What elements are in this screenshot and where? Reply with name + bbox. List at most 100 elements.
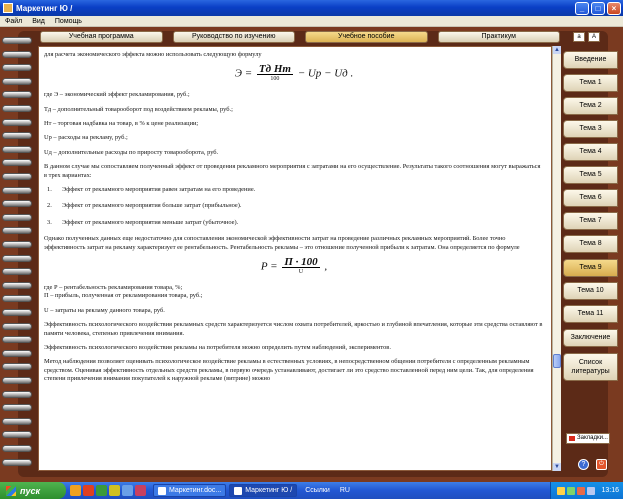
sidebar-item-topic-11[interactable]: Тема 11 <box>563 305 618 323</box>
maximize-button[interactable]: □ <box>591 1 605 15</box>
font-size-buttons: a A <box>573 32 600 42</box>
sidebar-item-intro[interactable]: Введение <box>563 51 618 69</box>
sidebar-item-topic-1[interactable]: Тема 1 <box>563 74 618 92</box>
spiral-ring <box>2 227 32 235</box>
spiral-ring <box>2 268 32 276</box>
formula2-left: P = <box>260 260 278 273</box>
tab-practicum[interactable]: Практикум <box>437 31 560 43</box>
start-button[interactable]: пуск <box>0 482 66 499</box>
list-item: 3. Эффект от рекламного мероприятия меньш… <box>44 219 544 227</box>
sidebar-item-topic-10[interactable]: Тема 10 <box>563 282 618 300</box>
sidebar-item-conclusion[interactable]: Заключение <box>563 329 618 347</box>
intro-text: для расчета экономического эффекта можно… <box>44 51 262 58</box>
taskbar-item-label: Маркетинг.doc... <box>169 486 222 494</box>
paragraph: Метод наблюдения позволяет оценивать пси… <box>44 358 534 383</box>
title-bar: Маркетинг Ю / _ □ × <box>0 0 623 16</box>
start-label: пуск <box>20 485 41 496</box>
menu-view[interactable]: Вид <box>27 18 50 25</box>
bookmarks-button[interactable]: Закладки... <box>566 433 610 444</box>
sidebar-item-topic-9[interactable]: Тема 9 <box>563 259 618 277</box>
content-text: для расчета экономического эффекта можно… <box>44 51 544 469</box>
app-launch-icon[interactable] <box>96 485 107 496</box>
def-item: Тд – дополнительный товарооборот под воз… <box>44 105 233 113</box>
vertical-scrollbar[interactable]: ▲ ▼ <box>552 46 561 471</box>
spiral-ring <box>2 349 32 357</box>
formula2-right: , <box>324 260 328 273</box>
paragraph: Однако полученных данных еще недостаточн… <box>44 235 520 251</box>
sidebar-item-topic-7[interactable]: Тема 7 <box>563 212 618 230</box>
browser-icon[interactable] <box>83 485 94 496</box>
top-tabs: Учебная программа Руководство по изучени… <box>40 31 560 44</box>
formula2-denominator: U <box>298 268 304 275</box>
def-item: где Э – экономический эффект рекламирова… <box>44 91 190 99</box>
desktop-icon[interactable] <box>122 485 133 496</box>
spiral-ring <box>2 91 32 99</box>
spiral-ring <box>2 186 32 194</box>
help-button[interactable]: ? <box>578 459 589 470</box>
close-button[interactable]: × <box>607 1 621 15</box>
tab-textbook[interactable]: Учебное пособие <box>305 31 428 43</box>
clock: 13:16 <box>601 487 619 494</box>
taskbar-item-label: Маркетинг Ю / <box>245 486 293 494</box>
def-item: Uд – дополнительные расходы по приросту … <box>44 148 219 156</box>
exit-icon[interactable]: ⏻ <box>596 459 607 470</box>
formula-profitability: P = П · 100 U , <box>44 256 544 276</box>
tab-guide[interactable]: Руководство по изучению <box>172 31 295 43</box>
def-item: U – затраты на рекламу данного товара, р… <box>44 306 165 314</box>
tray-icon[interactable] <box>557 486 566 495</box>
list-number: 3. <box>47 218 52 226</box>
folder-icon[interactable] <box>70 485 81 496</box>
sidebar-item-topic-3[interactable]: Тема 3 <box>563 120 618 138</box>
tray-icon[interactable] <box>587 486 596 495</box>
formula1-denominator: 100 <box>270 75 280 82</box>
minimize-button[interactable]: _ <box>575 1 589 15</box>
list-text: Эффект от рекламного мероприятия меньше … <box>62 218 239 226</box>
formula1-fraction: Tд Нт 100 <box>256 63 293 83</box>
spiral-ring <box>2 132 32 140</box>
taskbar-item-word[interactable]: Маркетинг.doc... <box>153 484 227 497</box>
window-title: Маркетинг Ю / <box>16 3 73 13</box>
spiral-ring <box>2 173 32 180</box>
spiral-ring <box>2 377 32 384</box>
spiral-ring <box>2 213 32 221</box>
tab-program[interactable]: Учебная программа <box>40 31 163 43</box>
sidebar-item-topic-8[interactable]: Тема 8 <box>563 235 618 253</box>
scroll-thumb[interactable] <box>553 354 561 368</box>
formula1-right: − Uр − Uд . <box>297 67 354 80</box>
spiral-ring <box>2 404 32 412</box>
sidebar-item-topic-2[interactable]: Тема 2 <box>563 97 618 115</box>
list-item: 2. Эффект от рекламного мероприятия больш… <box>44 202 544 210</box>
scroll-up-icon[interactable]: ▲ <box>553 46 561 54</box>
taskbar: пуск Маркетинг.doc... Маркетинг Ю / Ссыл… <box>0 482 623 499</box>
spiral-ring <box>2 363 32 371</box>
sidebar-item-topic-4[interactable]: Тема 4 <box>563 143 618 161</box>
menu-help[interactable]: Помощь <box>50 18 87 25</box>
formula1-numerator: Tд Нт <box>256 63 293 76</box>
font-larger-button[interactable]: A <box>588 32 600 42</box>
def-item: где Р – рентабельность рекламирования то… <box>44 283 183 291</box>
spiral-binding <box>0 31 34 477</box>
app-icon <box>234 486 243 495</box>
spiral-ring <box>2 322 32 330</box>
formula-effect: Э = Tд Нт 100 − Uр − Uд . <box>44 63 544 83</box>
bookmark-icon <box>569 436 575 441</box>
menu-file[interactable]: Файл <box>0 18 27 25</box>
language-indicator[interactable]: RU <box>340 487 350 494</box>
tray-icon[interactable] <box>567 486 576 495</box>
taskbar-item-marketing[interactable]: Маркетинг Ю / <box>229 484 298 497</box>
sidebar-item-topic-6[interactable]: Тема 6 <box>563 189 618 207</box>
tray-icon[interactable] <box>577 486 586 495</box>
media-icon[interactable] <box>109 485 120 496</box>
utility-icon[interactable] <box>135 485 146 496</box>
links-toolbar[interactable]: Ссылки <box>305 487 330 494</box>
paragraph: Эффективность психологического воздейств… <box>44 321 543 337</box>
scroll-down-icon[interactable]: ▼ <box>553 463 561 471</box>
formula1-left: Э = <box>234 67 253 80</box>
spiral-ring <box>2 105 32 112</box>
list-item: 1. Эффект от рекламного мероприятия равен… <box>44 186 544 194</box>
font-smaller-button[interactable]: a <box>573 32 585 42</box>
spiral-ring <box>2 390 32 398</box>
windows-logo-icon <box>6 485 16 496</box>
sidebar-item-topic-5[interactable]: Тема 5 <box>563 166 618 184</box>
sidebar-item-references[interactable]: Список литературы <box>563 353 618 381</box>
